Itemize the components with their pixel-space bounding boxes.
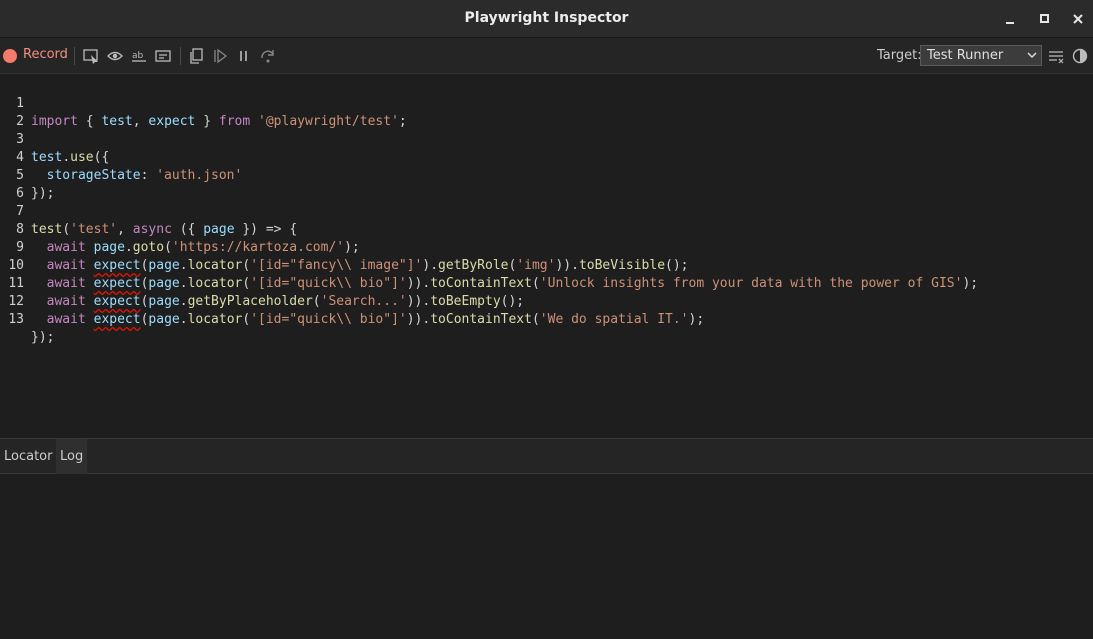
chevron-down-icon: [1027, 52, 1037, 59]
step-over-button[interactable]: [258, 46, 278, 66]
code-line: 13 });: [0, 293, 54, 345]
toolbar-separator: [74, 47, 75, 65]
code-line: 5 });: [0, 149, 54, 201]
pick-locator-button[interactable]: [81, 46, 101, 66]
target-select-value: Test Runner: [927, 48, 1004, 63]
maximize-icon: [1040, 14, 1049, 23]
target-label: Target:: [877, 48, 922, 63]
tab-log[interactable]: Log: [56, 439, 88, 474]
code-text: storageState: 'auth.json': [46, 168, 243, 183]
code-text: });: [31, 330, 55, 345]
line-number: 13: [8, 312, 24, 327]
error-squiggle: expect: [93, 276, 141, 291]
copy-button[interactable]: [186, 46, 206, 66]
code-line: 6: [0, 167, 31, 201]
assert-value-icon: [155, 50, 171, 62]
code-line: 7 test('test', async ({ page }) => {: [0, 185, 297, 237]
code-line: 3 test.use({: [0, 113, 109, 165]
code-line: 12 await expect(page.locator('[id="quick…: [0, 275, 704, 327]
step-over-icon: [261, 50, 274, 63]
assert-value-button[interactable]: [153, 46, 173, 66]
clear-icon: [1049, 51, 1064, 64]
code-text: await expect(page.locator('[id="quick\\ …: [46, 312, 705, 327]
close-icon: [1073, 14, 1083, 24]
error-squiggle: expect: [93, 258, 141, 273]
code-text: test.use({: [31, 150, 110, 165]
assert-visibility-button[interactable]: [105, 46, 125, 66]
minimize-button[interactable]: [1000, 9, 1020, 29]
code-text: import { test, expect } from '@playwrigh…: [31, 114, 407, 129]
copy-icon: [190, 48, 203, 64]
assert-text-button[interactable]: ab: [129, 46, 149, 66]
close-button[interactable]: [1068, 9, 1088, 29]
toolbar-separator: [180, 47, 181, 65]
code-line: 4 storageState: 'auth.json': [0, 131, 242, 183]
tab-locator[interactable]: Locator: [0, 439, 56, 474]
code-text: test('test', async ({ page }) => {: [31, 222, 298, 237]
assert-visibility-icon: [107, 51, 123, 61]
theme-toggle-button[interactable]: [1070, 46, 1090, 66]
log-panel: [0, 474, 1093, 639]
code-text: });: [31, 186, 55, 201]
record-icon: [3, 49, 17, 63]
theme-toggle-icon: [1072, 48, 1088, 64]
pick-locator-icon: [83, 49, 98, 64]
pause-icon: [240, 51, 247, 61]
code-editor[interactable]: 1 import { test, expect } from '@playwri…: [0, 74, 1093, 438]
clear-button[interactable]: [1046, 46, 1066, 66]
window-title: Playwright Inspector: [464, 10, 629, 26]
record-label: Record: [23, 47, 68, 62]
resume-icon: [214, 48, 228, 64]
code-line: 1 import { test, expect } from '@playwri…: [0, 77, 407, 129]
code-text: await expect(page.locator('[id="fancy\\ …: [46, 258, 689, 273]
code-line: 2: [0, 95, 31, 129]
minimize-icon: [1006, 22, 1014, 24]
resume-button[interactable]: [210, 46, 230, 66]
target-select[interactable]: Test Runner: [920, 45, 1042, 66]
assert-text-icon: ab: [132, 51, 146, 62]
panel-tab-bar: Locator Log: [0, 438, 1093, 474]
toolbar: Record ab Target: Test Runner: [0, 38, 1093, 74]
error-squiggle: expect: [93, 312, 141, 327]
code-text: await page.goto('https://kartoza.com/');: [46, 240, 360, 255]
error-squiggle: expect: [93, 294, 141, 309]
title-bar: Playwright Inspector: [0, 0, 1093, 38]
code-text: await expect(page.getByPlaceholder('Sear…: [46, 294, 525, 309]
code-line: 8 await page.goto('https://kartoza.com/'…: [0, 203, 360, 255]
svg-text:ab: ab: [132, 51, 144, 61]
code-text: await expect(page.locator('[id="quick\\ …: [46, 276, 979, 291]
code-line: 11 await expect(page.getByPlaceholder('S…: [0, 257, 524, 309]
code-line: 10 await expect(page.locator('[id="quick…: [0, 239, 978, 291]
pause-button[interactable]: [234, 46, 254, 66]
code-line: 9 await expect(page.locator('[id="fancy\…: [0, 221, 688, 273]
maximize-button[interactable]: [1034, 9, 1054, 29]
